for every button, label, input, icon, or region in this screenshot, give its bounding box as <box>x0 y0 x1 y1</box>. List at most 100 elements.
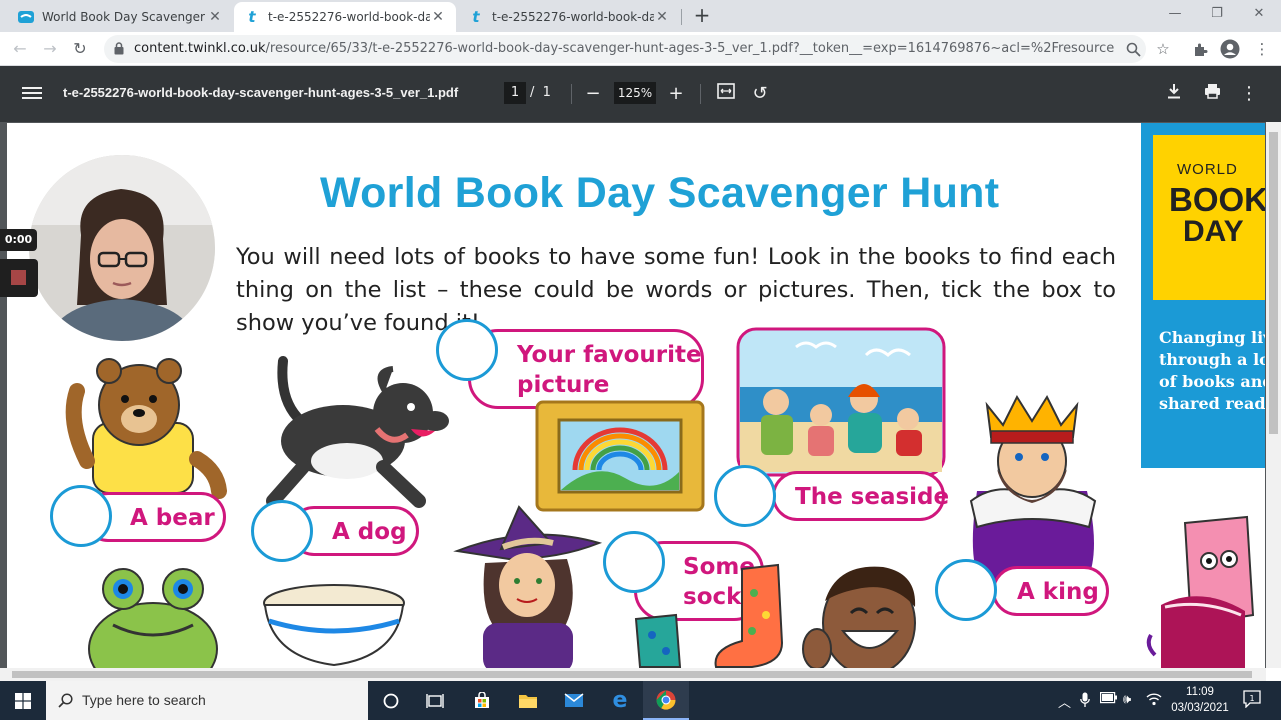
edge-browser-icon[interactable]: e <box>597 681 643 720</box>
webcam-overlay <box>29 155 215 341</box>
witch-image <box>453 505 603 668</box>
tab-title: t-e-2552276-world-book-day-sc <box>492 10 654 24</box>
close-tab-icon[interactable]: ✕ <box>654 9 670 25</box>
favourite-label-line1: Your favourite <box>517 342 702 368</box>
bookmark-star-icon[interactable]: ☆ <box>1151 37 1175 61</box>
zoom-in-icon[interactable]: + <box>664 82 688 106</box>
notification-center-icon[interactable]: 1 <box>1243 690 1261 712</box>
pdf-filename: t-e-2552276-world-book-day-scavenger-hun… <box>63 85 459 100</box>
new-tab-button[interactable]: + <box>690 4 714 28</box>
rotate-icon[interactable]: ↺ <box>748 82 772 106</box>
download-icon[interactable] <box>1162 82 1186 106</box>
tab-separator <box>681 9 682 25</box>
scrollbar-thumb[interactable] <box>12 671 1252 678</box>
address-bar[interactable]: content.twinkl.co.uk/resource/65/33/t-e-… <box>104 35 1146 63</box>
url-text: content.twinkl.co.uk/resource/65/33/t-e-… <box>134 41 1114 56</box>
toolbar-divider <box>571 84 572 104</box>
king-label: A king <box>992 566 1109 616</box>
total-pages: 1 <box>542 85 551 100</box>
toolbar-divider <box>700 84 701 104</box>
laughing-child-image <box>802 566 916 668</box>
twinkl-t-icon: t <box>248 8 256 26</box>
taskbar-clock[interactable]: 11:09 03/03/2021 <box>1160 684 1240 716</box>
socks-image <box>634 563 784 668</box>
seaside-checkbox[interactable] <box>714 465 776 527</box>
tab-title: World Book Day Scavenger Hunt <box>42 10 207 24</box>
chrome-menu-icon[interactable]: ⋮ <box>1250 37 1274 61</box>
file-explorer-icon[interactable] <box>505 681 551 720</box>
favourite-picture-label: Your favourite picture <box>468 329 704 409</box>
forward-icon[interactable]: → <box>38 37 62 61</box>
dog-checkbox[interactable] <box>251 500 313 562</box>
vertical-scrollbar[interactable] <box>1266 122 1281 668</box>
lock-icon <box>114 42 124 55</box>
bear-checkbox[interactable] <box>50 485 112 547</box>
close-tab-icon[interactable]: ✕ <box>430 9 446 25</box>
zoom-out-icon[interactable]: − <box>581 82 605 106</box>
more-options-icon[interactable]: ⋮ <box>1237 82 1261 106</box>
rice-bowl-image <box>263 584 405 667</box>
fit-to-page-icon[interactable] <box>714 82 738 106</box>
rainbow-picture-frame-image <box>535 400 705 512</box>
profile-avatar-icon[interactable] <box>1218 37 1242 61</box>
cortana-icon[interactable] <box>368 681 414 720</box>
search-placeholder: Type here to search <box>82 692 206 708</box>
battery-icon[interactable] <box>1100 692 1118 708</box>
mail-icon[interactable] <box>551 681 597 720</box>
tab-strip: World Book Day Scavenger Hunt ✕ t t-e-25… <box>0 0 1281 32</box>
close-tab-icon[interactable]: ✕ <box>207 9 223 25</box>
volume-icon[interactable]: 🕪 <box>1123 692 1131 707</box>
twinkl-logo-icon <box>18 9 34 25</box>
tab-title: t-e-2552276-world-book-day-sc <box>268 10 430 24</box>
world-book-day-logo: WORLD BOOK DAY <box>1153 135 1265 300</box>
url-path: /resource/65/33/t-e-2552276-world-book-d… <box>265 41 1114 56</box>
show-hidden-icons-chevron-icon[interactable]: ︿ <box>1058 692 1071 711</box>
seaside-label-text: The seaside <box>795 484 950 510</box>
reload-icon[interactable]: ↻ <box>68 37 92 61</box>
svg-text:1: 1 <box>1249 694 1254 703</box>
banner-tagline: Changing lives through a love of books a… <box>1159 328 1265 413</box>
webcam-person-image <box>29 155 215 341</box>
bear-label-text: A bear <box>130 505 215 531</box>
book-mascot-image <box>1146 515 1255 668</box>
page-count: / 1 <box>530 85 551 100</box>
restore-icon[interactable]: ❐ <box>1196 0 1238 30</box>
document-title: World Book Day Scavenger Hunt <box>320 169 1000 217</box>
microsoft-store-icon[interactable] <box>459 681 505 720</box>
king-label-text: A king <box>1017 579 1099 605</box>
page-separator: / <box>530 85 535 100</box>
document-intro: You will need lots of books to have some… <box>236 244 1116 336</box>
back-icon[interactable]: ← <box>8 37 32 61</box>
zoom-icon[interactable] <box>1121 37 1145 61</box>
browser-tab-3[interactable]: t t-e-2552276-world-book-day-sc ✕ <box>458 2 680 32</box>
minimize-icon[interactable]: — <box>1154 0 1196 30</box>
task-view-icon[interactable] <box>412 681 458 720</box>
clock-time: 11:09 <box>1186 686 1214 698</box>
world-book-day-banner: WORLD BOOK DAY Changing lives through a … <box>1141 123 1265 468</box>
logo-day-text: DAY <box>1183 215 1244 248</box>
clock-date: 03/03/2021 <box>1171 702 1229 714</box>
close-window-icon[interactable]: ✕ <box>1238 0 1280 30</box>
chrome-browser-icon[interactable] <box>643 681 689 720</box>
search-icon <box>58 693 73 708</box>
king-checkbox[interactable] <box>935 559 997 621</box>
browser-toolbar: ← → ↻ content.twinkl.co.uk/resource/65/3… <box>0 32 1281 66</box>
page-number-input[interactable]: 1 <box>504 82 526 104</box>
windows-logo-icon <box>14 692 31 709</box>
king-image <box>969 394 1097 581</box>
zoom-level-input[interactable]: 125% <box>614 82 656 104</box>
extensions-puzzle-icon[interactable] <box>1188 37 1212 61</box>
microphone-icon[interactable] <box>1080 692 1090 712</box>
stop-recording-button[interactable] <box>0 259 38 297</box>
windows-start-button[interactable] <box>0 681 45 720</box>
browser-tab-2[interactable]: t t-e-2552276-world-book-day-sc ✕ <box>234 2 456 32</box>
hamburger-menu-icon[interactable] <box>22 84 42 104</box>
scrollbar-thumb[interactable] <box>1269 132 1278 434</box>
dog-label-text: A dog <box>332 519 407 545</box>
taskbar-search-box[interactable]: Type here to search <box>46 681 368 720</box>
print-icon[interactable] <box>1200 82 1224 106</box>
logo-book-text: BOOK <box>1169 181 1265 218</box>
pdf-viewer-toolbar: t-e-2552276-world-book-day-scavenger-hun… <box>0 66 1281 122</box>
horizontal-scrollbar[interactable] <box>0 668 1266 681</box>
browser-tab-1[interactable]: World Book Day Scavenger Hunt ✕ <box>8 2 233 32</box>
